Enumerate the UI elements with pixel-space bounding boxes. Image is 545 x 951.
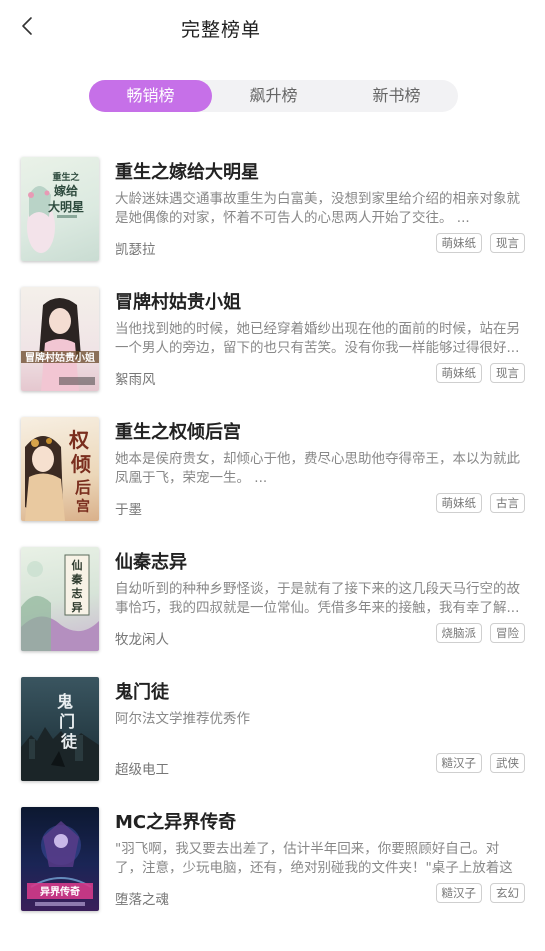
svg-text:权: 权 xyxy=(68,428,90,452)
tag[interactable]: 糙汉子 xyxy=(435,883,482,903)
book-tags: 糙汉子 玄幻 xyxy=(435,883,525,903)
svg-text:秦: 秦 xyxy=(71,572,84,586)
list-item[interactable]: 权 倾 后 宫 重生之权倾后宫 她本是侯府贵女，却倾心于他，费尽心思助他夺得帝王… xyxy=(0,411,545,541)
chevron-left-icon xyxy=(22,17,32,35)
book-description: 阿尔法文学推荐优秀作 xyxy=(115,711,250,727)
tag[interactable]: 萌妹纸 xyxy=(435,363,482,383)
tag[interactable]: 冒险 xyxy=(490,623,525,643)
svg-text:大明星: 大明星 xyxy=(48,199,84,214)
book-cover[interactable]: 鬼 门 徒 xyxy=(21,677,99,781)
book-description: 当他找到她的时候，她已经穿着婚纱出现在他的面前的时候，站在另一个男人的旁边，留下… xyxy=(115,321,520,356)
svg-text:志: 志 xyxy=(72,586,83,600)
svg-text:异界传奇: 异界传奇 xyxy=(40,885,80,898)
book-tags: 萌妹纸 古言 xyxy=(435,493,525,513)
tab-rising[interactable]: 飙升榜 xyxy=(212,80,335,112)
book-tags: 萌妹纸 现言 xyxy=(435,363,525,383)
book-tags: 烧脑派 冒险 xyxy=(435,623,525,643)
svg-text:后: 后 xyxy=(75,478,91,497)
list-item[interactable]: 异界传奇 MC之异界传奇 "羽飞啊，我又要去出差了，估计半年回来，你要照顾好自己… xyxy=(0,801,545,931)
tag[interactable]: 古言 xyxy=(490,493,525,513)
book-title[interactable]: 重生之权倾后宫 xyxy=(115,418,241,444)
list-item[interactable]: 冒牌村姑贵小姐 冒牌村姑贵小姐 当他找到她的时候，她已经穿着婚纱出现在他的面前的… xyxy=(0,281,545,411)
svg-text:门: 门 xyxy=(59,712,75,731)
svg-text:仙: 仙 xyxy=(72,558,83,572)
book-description: "羽飞啊，我又要去出差了，估计半年回来，你要照顾好自己。对了，注意，少玩电脑，还… xyxy=(115,841,513,876)
tag[interactable]: 玄幻 xyxy=(490,883,525,903)
book-cover[interactable]: 重生之 嫁给 大明星 xyxy=(21,157,99,261)
tag[interactable]: 现言 xyxy=(490,233,525,253)
tab-bestseller[interactable]: 畅销榜 xyxy=(89,80,212,112)
book-cover[interactable]: 仙 秦 志 异 xyxy=(21,547,99,651)
book-title[interactable]: 鬼门徒 xyxy=(115,678,169,704)
svg-text:冒牌村姑贵小姐: 冒牌村姑贵小姐 xyxy=(25,351,95,364)
list-item[interactable]: 重生之 嫁给 大明星 重生之嫁给大明星 大龄迷妹遇交通事故重生为白富美，没想到家… xyxy=(0,151,545,281)
book-description: 她本是侯府贵女，却倾心于他，费尽心思助他夺得帝王，本以为就此凤凰于飞，荣宠一生。… xyxy=(115,451,520,486)
book-list: 重生之 嫁给 大明星 重生之嫁给大明星 大龄迷妹遇交通事故重生为白富美，没想到家… xyxy=(0,151,545,931)
book-cover[interactable]: 权 倾 后 宫 xyxy=(21,417,99,521)
cover-illustration: 冒牌村姑贵小姐 xyxy=(21,298,99,391)
book-author: 絮雨风 xyxy=(115,372,156,388)
page-title: 完整榜单 xyxy=(181,19,262,41)
cover-illustration: 权 倾 后 宫 xyxy=(25,428,91,521)
book-title[interactable]: 冒牌村姑贵小姐 xyxy=(115,288,241,314)
tag[interactable]: 武侠 xyxy=(490,753,525,773)
book-author: 超级电工 xyxy=(115,762,169,778)
header: 完整榜单 xyxy=(0,0,545,60)
book-cover[interactable]: 冒牌村姑贵小姐 xyxy=(21,287,99,391)
book-description: 大龄迷妹遇交通事故重生为白富美，没想到家里给介绍的相亲对象就是她偶像的对家，怀着… xyxy=(115,191,520,226)
book-author: 凯瑟拉 xyxy=(115,242,156,258)
book-cover[interactable]: 异界传奇 xyxy=(21,807,99,911)
cover-illustration: 重生之 嫁给 大明星 xyxy=(27,171,84,253)
book-title[interactable]: MC之异界传奇 xyxy=(115,808,236,834)
tag[interactable]: 萌妹纸 xyxy=(435,233,482,253)
book-tags: 糙汉子 武侠 xyxy=(435,753,525,773)
ranking-tabs: 畅销榜 飙升榜 新书榜 xyxy=(89,80,458,112)
cover-illustration: 异界传奇 xyxy=(27,821,93,906)
book-author: 牧龙闲人 xyxy=(115,632,169,648)
svg-text:倾: 倾 xyxy=(70,452,91,476)
tag[interactable]: 糙汉子 xyxy=(435,753,482,773)
back-button[interactable] xyxy=(14,12,44,42)
tag[interactable]: 烧脑派 xyxy=(435,623,482,643)
cover-illustration: 仙 秦 志 异 xyxy=(21,554,99,651)
book-tags: 萌妹纸 现言 xyxy=(435,233,525,253)
tag[interactable]: 萌妹纸 xyxy=(435,493,482,513)
svg-text:异: 异 xyxy=(72,601,83,614)
book-author: 于墨 xyxy=(115,502,142,518)
svg-text:鬼: 鬼 xyxy=(57,692,73,711)
list-item[interactable]: 仙 秦 志 异 仙秦志异 自幼听到的种种乡野怪谈，于是就有了接下来的这几段天马行… xyxy=(0,541,545,671)
book-title[interactable]: 仙秦志异 xyxy=(115,548,187,574)
tab-new-books[interactable]: 新书榜 xyxy=(335,80,458,112)
book-author: 堕落之魂 xyxy=(115,892,169,908)
svg-text:徒: 徒 xyxy=(60,732,78,751)
cover-illustration: 鬼 门 徒 xyxy=(21,692,99,781)
svg-text:重生之: 重生之 xyxy=(52,171,79,183)
book-description: 自幼听到的种种乡野怪谈，于是就有了接下来的这几段天马行空的故事恰巧，我的四叔就是… xyxy=(115,581,520,616)
tag[interactable]: 现言 xyxy=(490,363,525,383)
book-title[interactable]: 重生之嫁给大明星 xyxy=(115,158,259,184)
list-item[interactable]: 鬼 门 徒 鬼门徒 阿尔法文学推荐优秀作 超级电工 糙汉子 武侠 xyxy=(0,671,545,801)
svg-text:嫁给: 嫁给 xyxy=(53,183,78,198)
svg-text:宫: 宫 xyxy=(76,498,90,515)
